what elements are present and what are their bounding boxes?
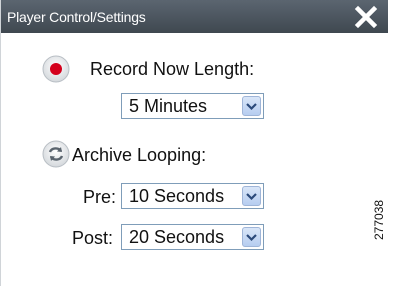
pre-label: Pre:: [83, 187, 117, 207]
record-now-length-label: Record Now Length:: [90, 59, 255, 79]
title-bar: Player Control/Settings: [1, 0, 388, 33]
loop-icon[interactable]: [41, 139, 71, 169]
figure-id: 277038: [372, 199, 386, 240]
close-icon[interactable]: [353, 4, 379, 30]
post-seconds-value: 20 Seconds: [129, 227, 225, 247]
record-icon[interactable]: [41, 54, 71, 84]
post-label: Post:: [72, 228, 114, 248]
post-seconds-select[interactable]: 20 Seconds: [121, 224, 264, 250]
chevron-down-icon[interactable]: [242, 96, 261, 116]
pre-seconds-value: 10 Seconds: [129, 186, 225, 206]
archive-looping-label: Archive Looping:: [72, 145, 207, 165]
window-title: Player Control/Settings: [7, 9, 146, 25]
player-control-panel: Player Control/Settings Record Now Lengt…: [0, 0, 388, 286]
chevron-down-icon[interactable]: [242, 186, 261, 206]
pre-seconds-select[interactable]: 10 Seconds: [121, 183, 264, 209]
record-length-value: 5 Minutes: [129, 96, 208, 116]
record-length-select[interactable]: 5 Minutes: [121, 93, 264, 119]
chevron-down-icon[interactable]: [242, 227, 261, 247]
